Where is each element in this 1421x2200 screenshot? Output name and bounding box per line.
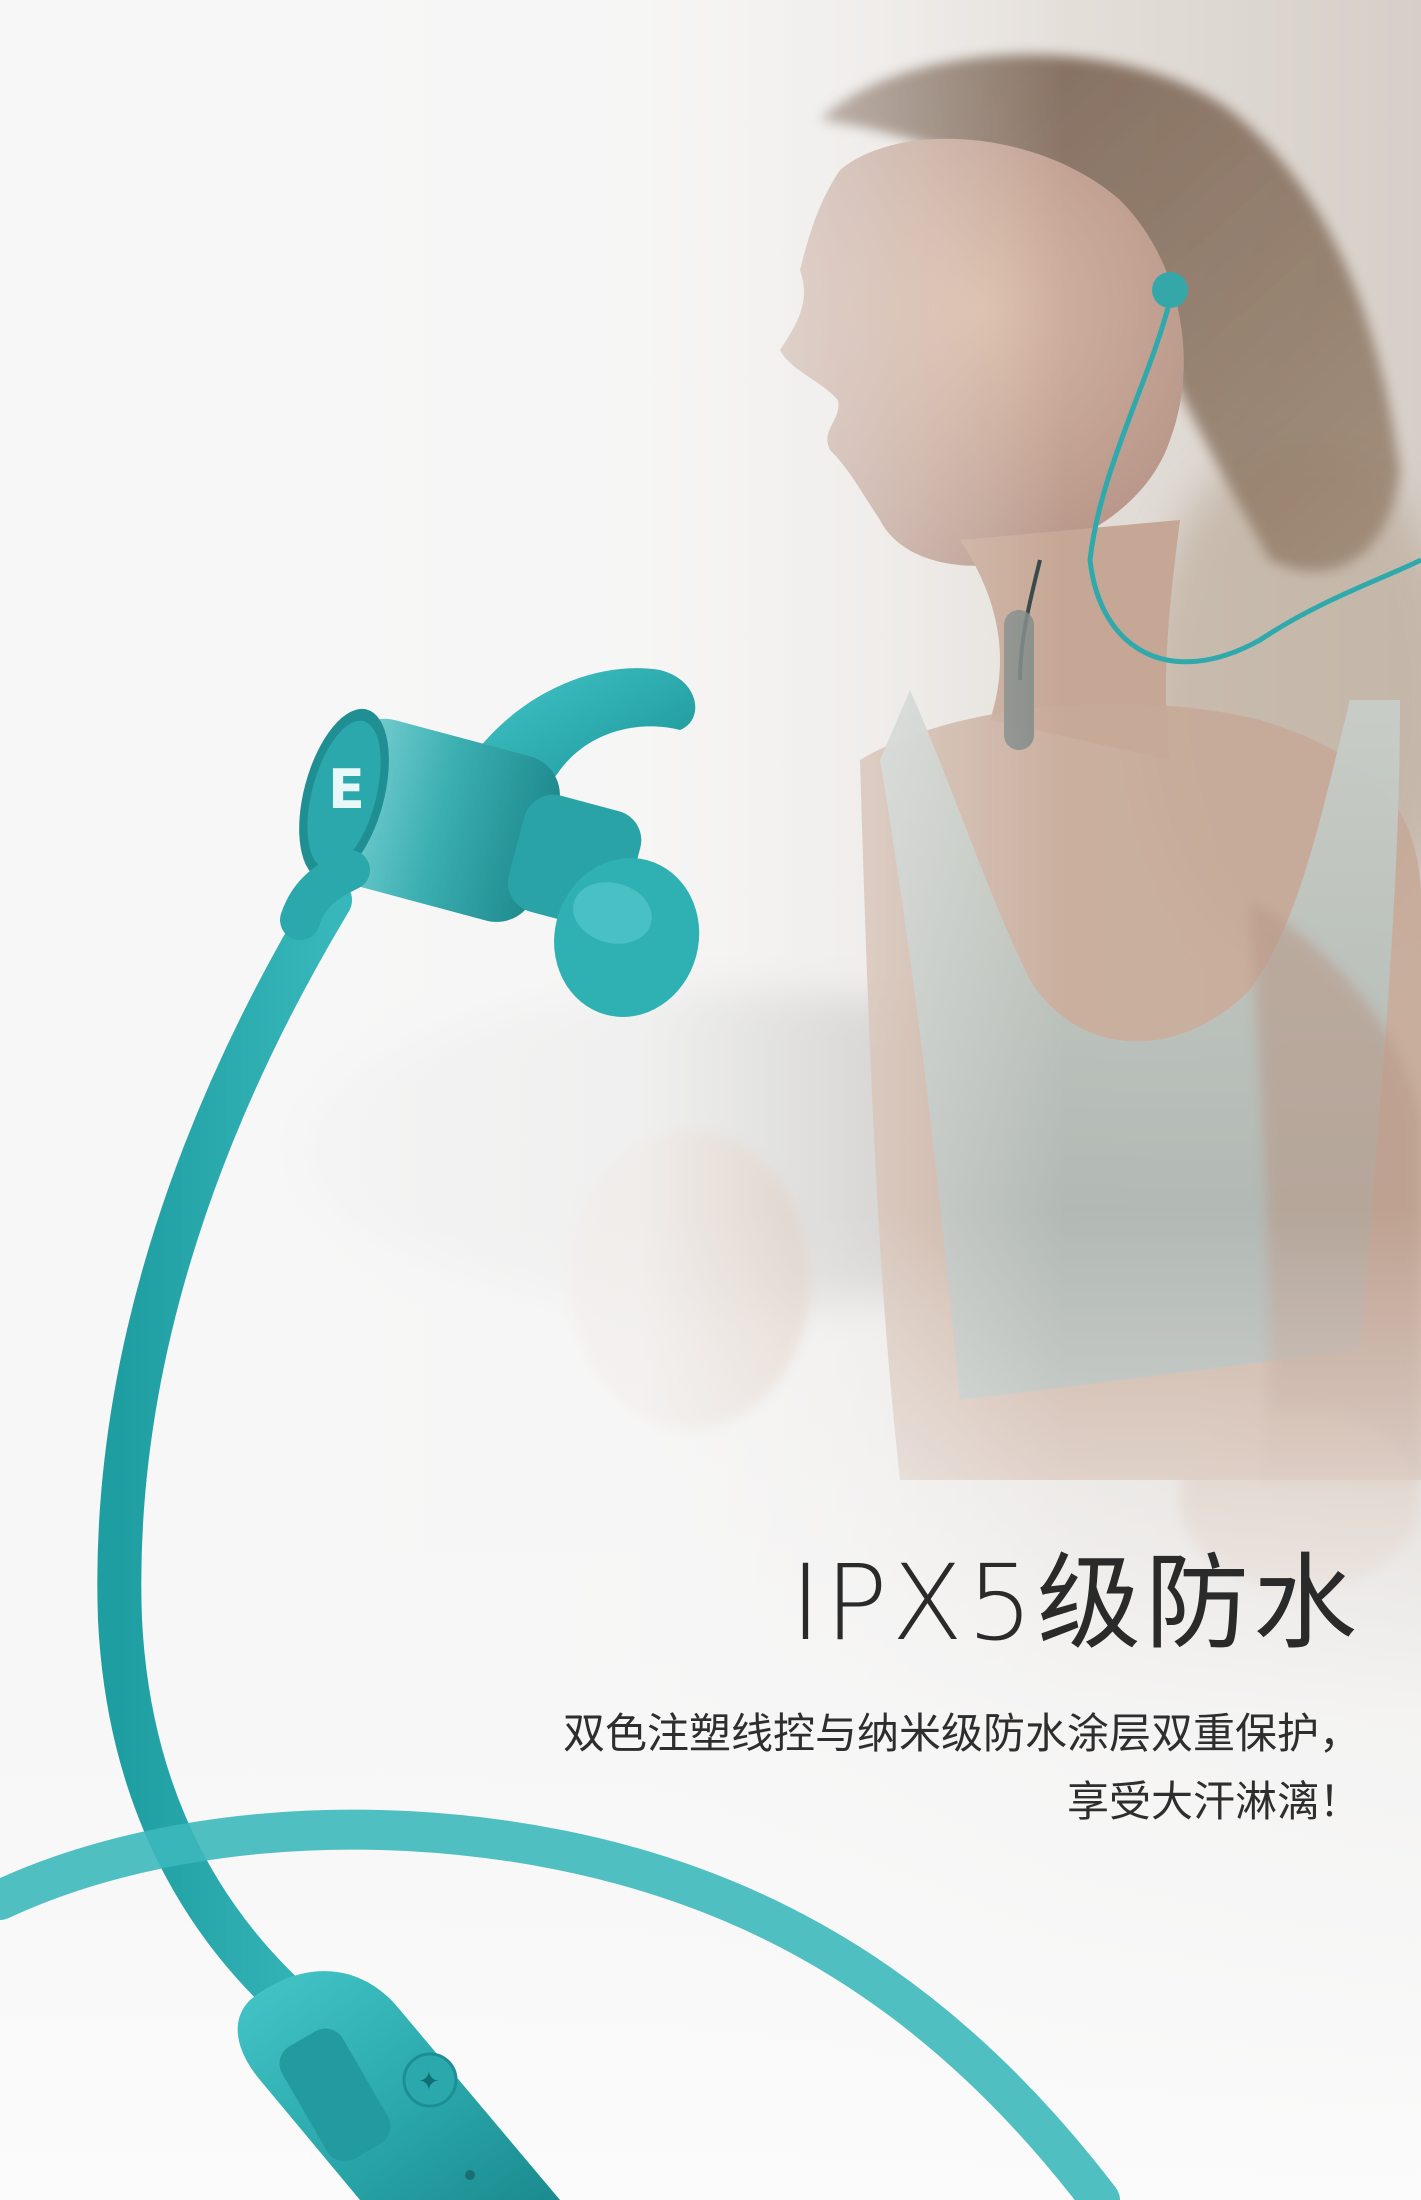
inline-remote: ✦ [237, 1971, 560, 2200]
brand-logo-icon: E [328, 758, 365, 821]
feature-headline: IPX5级防水 [790, 1542, 1361, 1664]
earphone-illustration: E ✦ [0, 668, 1120, 2200]
feature-description: 双色注塑线控与纳米级防水涂层双重保护， 享受大汗淋漓！ [361, 1700, 1361, 1836]
description-line-2: 享受大汗淋漓！ [1066, 1777, 1361, 1826]
description-line-1: 双色注塑线控与纳米级防水涂层双重保护， [562, 1709, 1361, 1758]
earphone-product-image: E ✦ [0, 0, 1421, 2200]
svg-text:✦: ✦ [418, 2067, 440, 2097]
product-detail-page: E ✦ IPX5级防水 双色注塑线控与纳米级防水涂层双重保护， 享受大汗淋漓！ [0, 0, 1421, 2200]
